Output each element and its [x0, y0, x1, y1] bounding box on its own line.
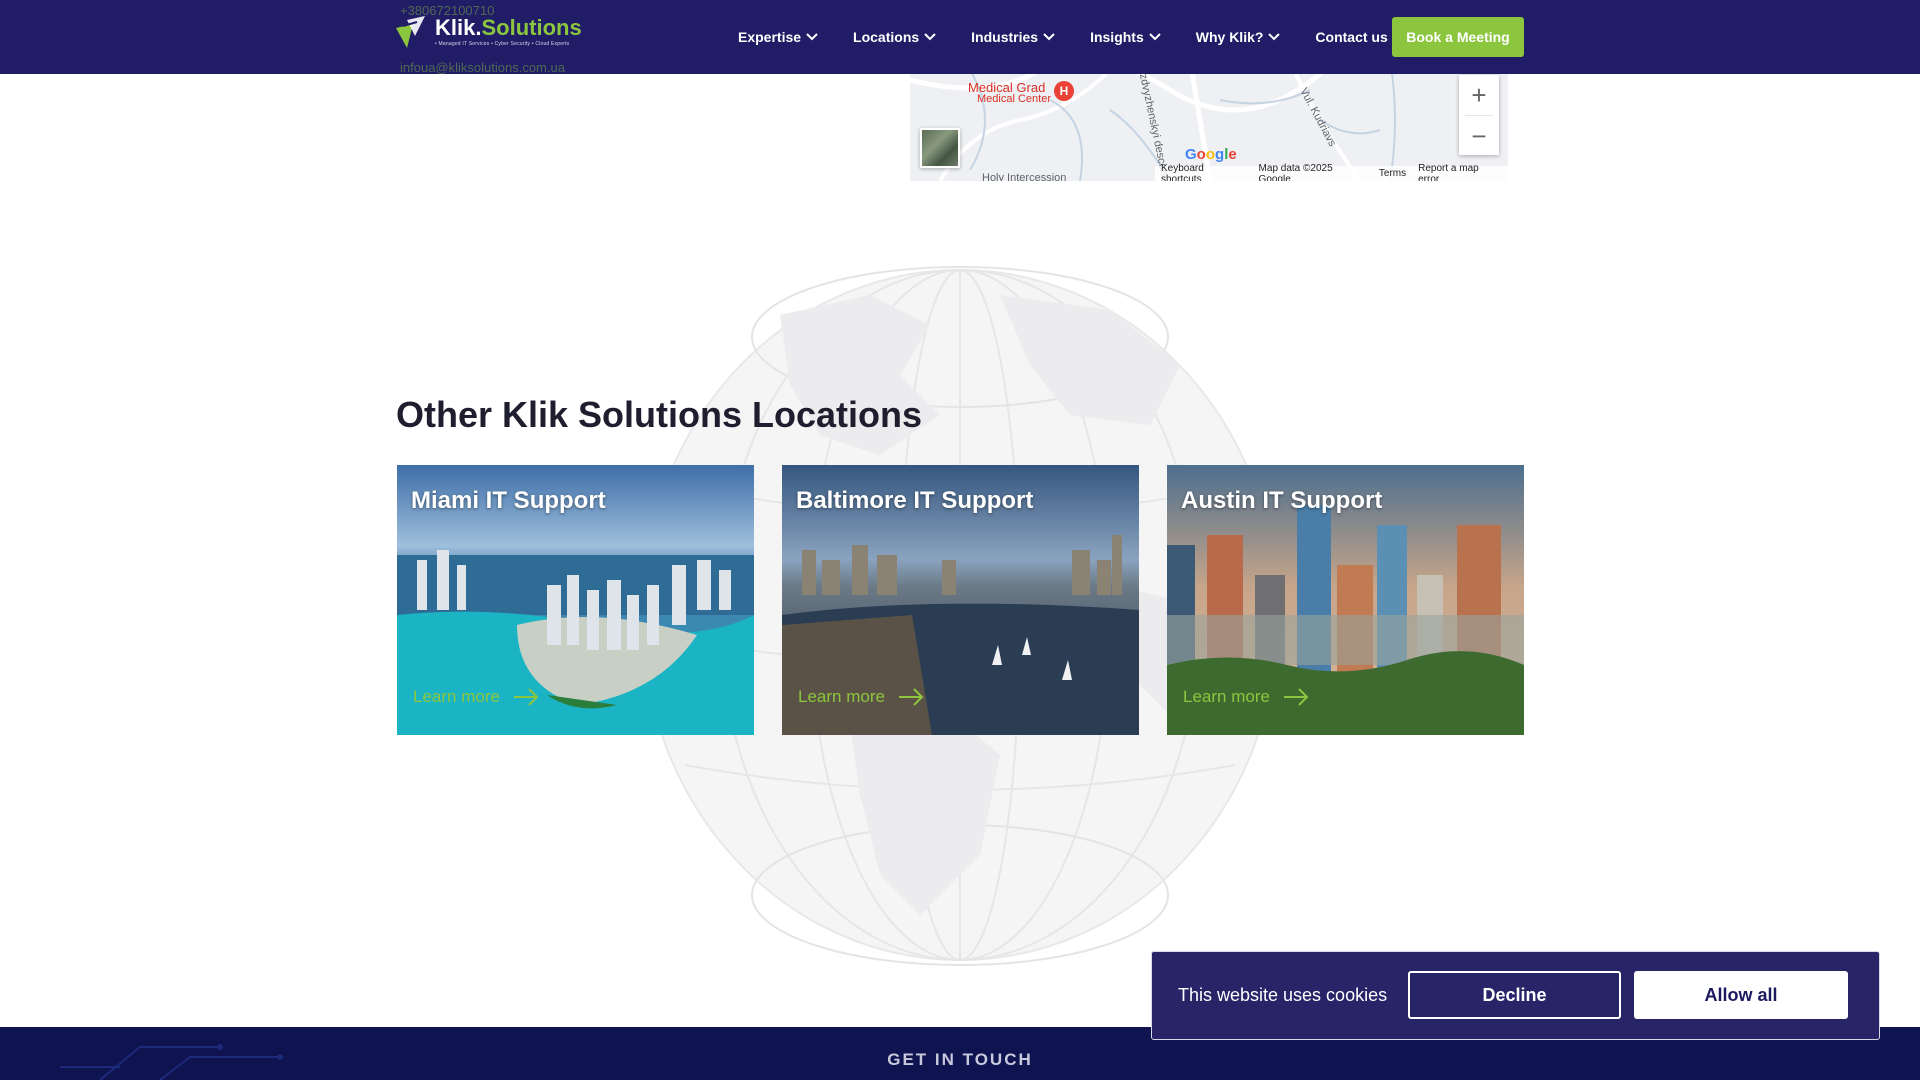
map-zoom-control: + −: [1459, 75, 1499, 155]
map-data-label: Map data ©2025 Google: [1258, 162, 1333, 182]
hospital-pin-icon[interactable]: H: [1054, 81, 1074, 101]
learn-more-link[interactable]: Learn more: [798, 687, 925, 707]
keyboard-shortcuts-link[interactable]: Keyboard shortcuts: [1161, 163, 1247, 182]
arrow-right-icon: [513, 688, 539, 706]
chevron-down-icon: [1268, 33, 1281, 41]
learn-more-link[interactable]: Learn more: [1183, 687, 1310, 707]
nav-industries[interactable]: Industries: [971, 29, 1055, 45]
nav-locations[interactable]: Locations: [853, 29, 936, 45]
header-email[interactable]: infoua@kliksolutions.com.ua: [400, 60, 565, 75]
learn-more-link[interactable]: Learn more: [413, 687, 540, 707]
arrow-right-icon: [898, 688, 924, 706]
chevron-down-icon: [806, 33, 818, 41]
google-logo: Google: [1185, 146, 1237, 163]
chevron-down-icon: [924, 33, 936, 41]
terms-link[interactable]: Terms: [1379, 168, 1406, 179]
nav-why-klik[interactable]: Why Klik?: [1196, 29, 1281, 45]
nav-insights[interactable]: Insights: [1090, 29, 1161, 45]
location-map[interactable]: Medical Grad Medical Center H Vozdvyzhen…: [910, 60, 1508, 181]
arrow-right-icon: [1283, 688, 1309, 706]
section-title: Other Klik Solutions Locations: [396, 394, 923, 435]
nav-expertise[interactable]: Expertise: [738, 29, 818, 45]
get-in-touch-title: GET IN TOUCH: [887, 1050, 1033, 1069]
logo-wordmark: Klik.Solutions: [435, 15, 582, 40]
chevron-down-icon: [1043, 33, 1055, 41]
map-road-label: Holy Intercession: [982, 172, 1067, 181]
chevron-down-icon: [1149, 33, 1161, 41]
location-card-baltimore[interactable]: Baltimore IT Support Learn more: [782, 465, 1139, 735]
card-title: Austin IT Support: [1181, 487, 1383, 514]
zoom-out-button[interactable]: −: [1459, 116, 1499, 156]
book-meeting-button[interactable]: Book a Meeting: [1392, 17, 1524, 57]
site-header: +380672100710 Klik.Solutions • Managed I…: [0, 0, 1920, 74]
card-title: Baltimore IT Support: [796, 487, 1034, 514]
cookie-message: This website uses cookies: [1178, 985, 1388, 1005]
cookie-banner: This website uses cookies Decline Allow …: [1151, 951, 1880, 1040]
map-attribution-bar: Keyboard shortcuts Map data ©2025 Google…: [1155, 162, 1508, 182]
allow-all-cookies-button[interactable]: Allow all: [1634, 971, 1848, 1019]
map-layer-toggle[interactable]: [920, 128, 960, 168]
decline-cookies-button[interactable]: Decline: [1408, 971, 1621, 1019]
site-logo[interactable]: Klik.Solutions • Managed IT Services • C…: [393, 14, 582, 50]
nav-contact-us[interactable]: Contact us: [1315, 29, 1387, 45]
logo-tagline: • Managed IT Services • Cyber Security •…: [435, 41, 570, 47]
card-title: Miami IT Support: [411, 487, 606, 514]
main-nav: Expertise Locations Industries Insights …: [738, 0, 1388, 74]
zoom-in-button[interactable]: +: [1459, 75, 1499, 115]
map-poi-sublabel: Medical Center: [977, 93, 1051, 105]
report-map-error-link[interactable]: Report a map error: [1418, 163, 1502, 182]
location-card-austin[interactable]: Austin IT Support Learn more: [1167, 465, 1524, 735]
location-card-miami[interactable]: Miami IT Support Learn more: [397, 465, 754, 735]
klik-logo-icon: [396, 16, 425, 48]
